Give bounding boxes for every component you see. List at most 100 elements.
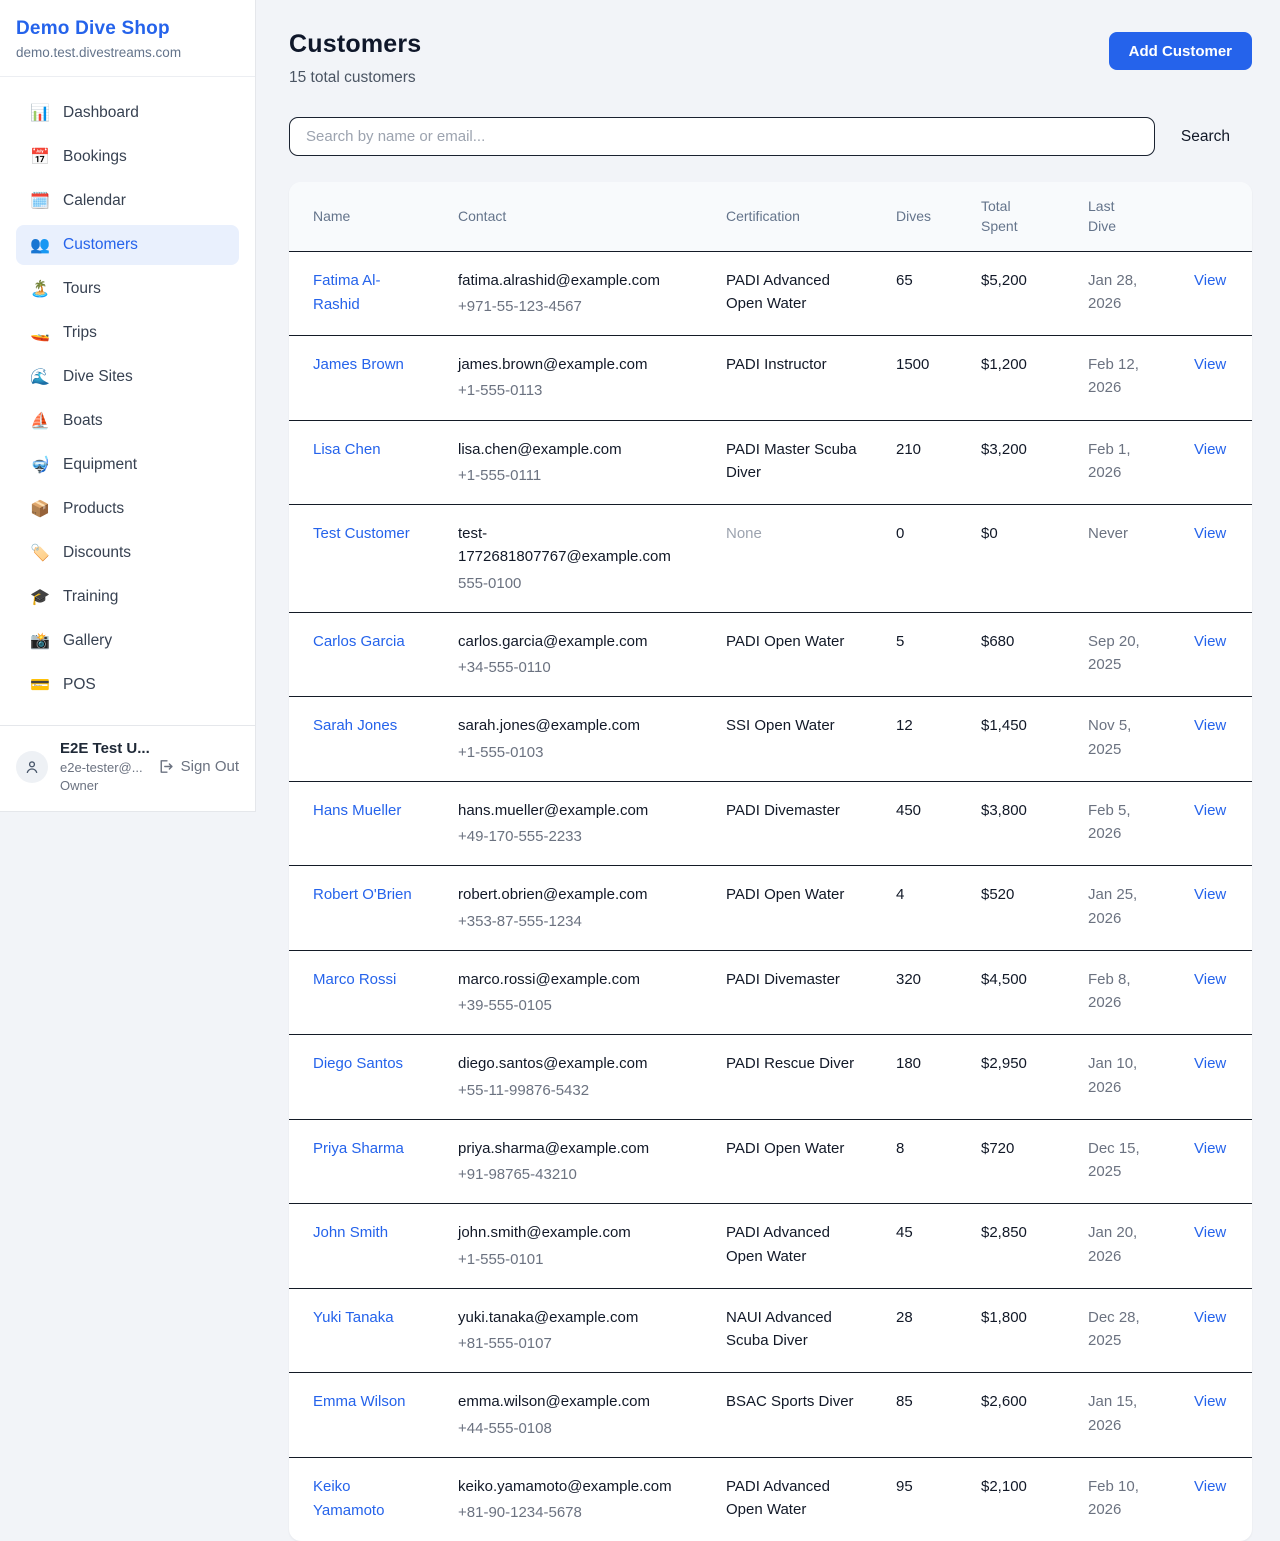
view-link[interactable]: View bbox=[1194, 971, 1226, 988]
customer-name-link[interactable]: Keiko Yamamoto bbox=[313, 1475, 424, 1523]
sidebar-item-label: Boats bbox=[63, 412, 103, 430]
sign-out-button[interactable]: Sign Out bbox=[157, 758, 239, 775]
cell-last-dive: Feb 1, 2026 bbox=[1064, 421, 1170, 505]
customer-name-link[interactable]: Test Customer bbox=[313, 522, 410, 546]
cell-total-spent: $2,850 bbox=[957, 1204, 1064, 1288]
island-icon: 🏝️ bbox=[30, 279, 50, 299]
sidebar-item-training[interactable]: 🎓Training bbox=[16, 577, 239, 617]
cell-certification: PADI Divemaster bbox=[702, 782, 872, 866]
view-link[interactable]: View bbox=[1194, 1224, 1226, 1241]
view-link[interactable]: View bbox=[1194, 272, 1226, 289]
view-link[interactable]: View bbox=[1194, 886, 1226, 903]
cell-certification: PADI Advanced Open Water bbox=[702, 252, 872, 336]
sidebar-item-boats[interactable]: ⛵Boats bbox=[16, 401, 239, 441]
customer-name-link[interactable]: Yuki Tanaka bbox=[313, 1306, 394, 1330]
sidebar-item-trips[interactable]: 🚤Trips bbox=[16, 313, 239, 353]
cell-name: Lisa Chen bbox=[289, 421, 434, 505]
search-button[interactable]: Search bbox=[1181, 128, 1230, 146]
main-header: Customers 15 total customers Add Custome… bbox=[289, 30, 1252, 87]
cell-name: Keiko Yamamoto bbox=[289, 1458, 434, 1541]
sidebar-item-label: Gallery bbox=[63, 632, 112, 650]
customer-certification: None bbox=[726, 525, 762, 542]
customer-last-dive: Jan 15, 2026 bbox=[1088, 1393, 1137, 1433]
customer-name-link[interactable]: Marco Rossi bbox=[313, 968, 396, 992]
view-link[interactable]: View bbox=[1194, 802, 1226, 819]
cell-contact: test-1772681807767@example.com 555-0100 bbox=[434, 505, 702, 612]
table-row: Robert O'Brien robert.obrien@example.com… bbox=[289, 866, 1252, 951]
sidebar-item-customers[interactable]: 👥Customers bbox=[16, 225, 239, 265]
customer-certification: NAUI Advanced Scuba Diver bbox=[726, 1309, 832, 1349]
customer-name-link[interactable]: Emma Wilson bbox=[313, 1390, 406, 1414]
customer-total-spent: $2,950 bbox=[981, 1055, 1027, 1072]
customer-name-link[interactable]: Hans Mueller bbox=[313, 799, 401, 823]
cell-name: Carlos Garcia bbox=[289, 613, 434, 697]
table-row: Test Customer test-1772681807767@example… bbox=[289, 505, 1252, 613]
customer-name-link[interactable]: John Smith bbox=[313, 1221, 388, 1245]
customer-total-spent: $1,800 bbox=[981, 1309, 1027, 1326]
customer-name-link[interactable]: Lisa Chen bbox=[313, 438, 381, 462]
cell-dives: 4 bbox=[872, 866, 957, 950]
customer-dives: 45 bbox=[896, 1224, 913, 1241]
sidebar-item-pos[interactable]: 💳POS bbox=[16, 665, 239, 705]
cell-name: Fatima Al-Rashid bbox=[289, 252, 434, 336]
customer-name-link[interactable]: Diego Santos bbox=[313, 1052, 403, 1076]
cell-view: View bbox=[1170, 697, 1252, 781]
sign-out-icon bbox=[157, 758, 174, 775]
customer-name-link[interactable]: Sarah Jones bbox=[313, 714, 397, 738]
view-link[interactable]: View bbox=[1194, 1140, 1226, 1157]
brand: Demo Dive Shop demo.test.divestreams.com bbox=[0, 0, 255, 77]
customer-phone: +971-55-123-4567 bbox=[458, 295, 692, 318]
cell-view: View bbox=[1170, 252, 1252, 336]
view-link[interactable]: View bbox=[1194, 633, 1226, 650]
view-link[interactable]: View bbox=[1194, 441, 1226, 458]
cell-name: James Brown bbox=[289, 336, 434, 420]
customer-certification: PADI Master Scuba Diver bbox=[726, 441, 857, 481]
customer-name-link[interactable]: James Brown bbox=[313, 353, 404, 377]
cell-dives: 1500 bbox=[872, 336, 957, 420]
view-link[interactable]: View bbox=[1194, 1055, 1226, 1072]
view-link[interactable]: View bbox=[1194, 1309, 1226, 1326]
view-link[interactable]: View bbox=[1194, 717, 1226, 734]
customer-name-link[interactable]: Priya Sharma bbox=[313, 1137, 404, 1161]
sidebar-item-calendar[interactable]: 🗓️Calendar bbox=[16, 181, 239, 221]
search-input[interactable] bbox=[289, 117, 1155, 156]
customer-phone: +1-555-0103 bbox=[458, 741, 692, 764]
customer-name-link[interactable]: Carlos Garcia bbox=[313, 630, 405, 654]
label-icon: 🏷️ bbox=[30, 543, 50, 563]
user-icon bbox=[24, 759, 40, 775]
sidebar-item-equipment[interactable]: 🤿Equipment bbox=[16, 445, 239, 485]
sidebar-item-discounts[interactable]: 🏷️Discounts bbox=[16, 533, 239, 573]
sidebar-item-label: Dive Sites bbox=[63, 368, 133, 386]
sidebar-item-products[interactable]: 📦Products bbox=[16, 489, 239, 529]
customer-email: diego.santos@example.com bbox=[458, 1052, 692, 1075]
add-customer-button[interactable]: Add Customer bbox=[1109, 32, 1252, 70]
cell-total-spent: $520 bbox=[957, 866, 1064, 950]
cell-dives: 210 bbox=[872, 421, 957, 505]
view-link[interactable]: View bbox=[1194, 1393, 1226, 1410]
cell-dives: 65 bbox=[872, 252, 957, 336]
customer-email: john.smith@example.com bbox=[458, 1221, 692, 1244]
customer-email: lisa.chen@example.com bbox=[458, 438, 692, 461]
table-row: Carlos Garcia carlos.garcia@example.com … bbox=[289, 613, 1252, 698]
sidebar-item-bookings[interactable]: 📅Bookings bbox=[16, 137, 239, 177]
sidebar-item-dive-sites[interactable]: 🌊Dive Sites bbox=[16, 357, 239, 397]
table-row: Hans Mueller hans.mueller@example.com +4… bbox=[289, 782, 1252, 867]
customer-dives: 65 bbox=[896, 272, 913, 289]
customer-certification: PADI Advanced Open Water bbox=[726, 272, 830, 312]
customer-certification: BSAC Sports Diver bbox=[726, 1393, 854, 1410]
cell-certification: PADI Master Scuba Diver bbox=[702, 421, 872, 505]
customer-dives: 12 bbox=[896, 717, 913, 734]
view-link[interactable]: View bbox=[1194, 1478, 1226, 1495]
view-link[interactable]: View bbox=[1194, 356, 1226, 373]
title-block: Customers 15 total customers bbox=[289, 30, 421, 87]
customer-name-link[interactable]: Fatima Al-Rashid bbox=[313, 269, 424, 317]
cell-contact: hans.mueller@example.com +49-170-555-223… bbox=[434, 782, 702, 866]
customer-last-dive: Sep 20, 2025 bbox=[1088, 633, 1140, 673]
sidebar-item-dashboard[interactable]: 📊Dashboard bbox=[16, 93, 239, 133]
sidebar-item-tours[interactable]: 🏝️Tours bbox=[16, 269, 239, 309]
sidebar-item-gallery[interactable]: 📸Gallery bbox=[16, 621, 239, 661]
customer-email: robert.obrien@example.com bbox=[458, 883, 692, 906]
view-link[interactable]: View bbox=[1194, 525, 1226, 542]
customer-name-link[interactable]: Robert O'Brien bbox=[313, 883, 412, 907]
cell-dives: 45 bbox=[872, 1204, 957, 1288]
